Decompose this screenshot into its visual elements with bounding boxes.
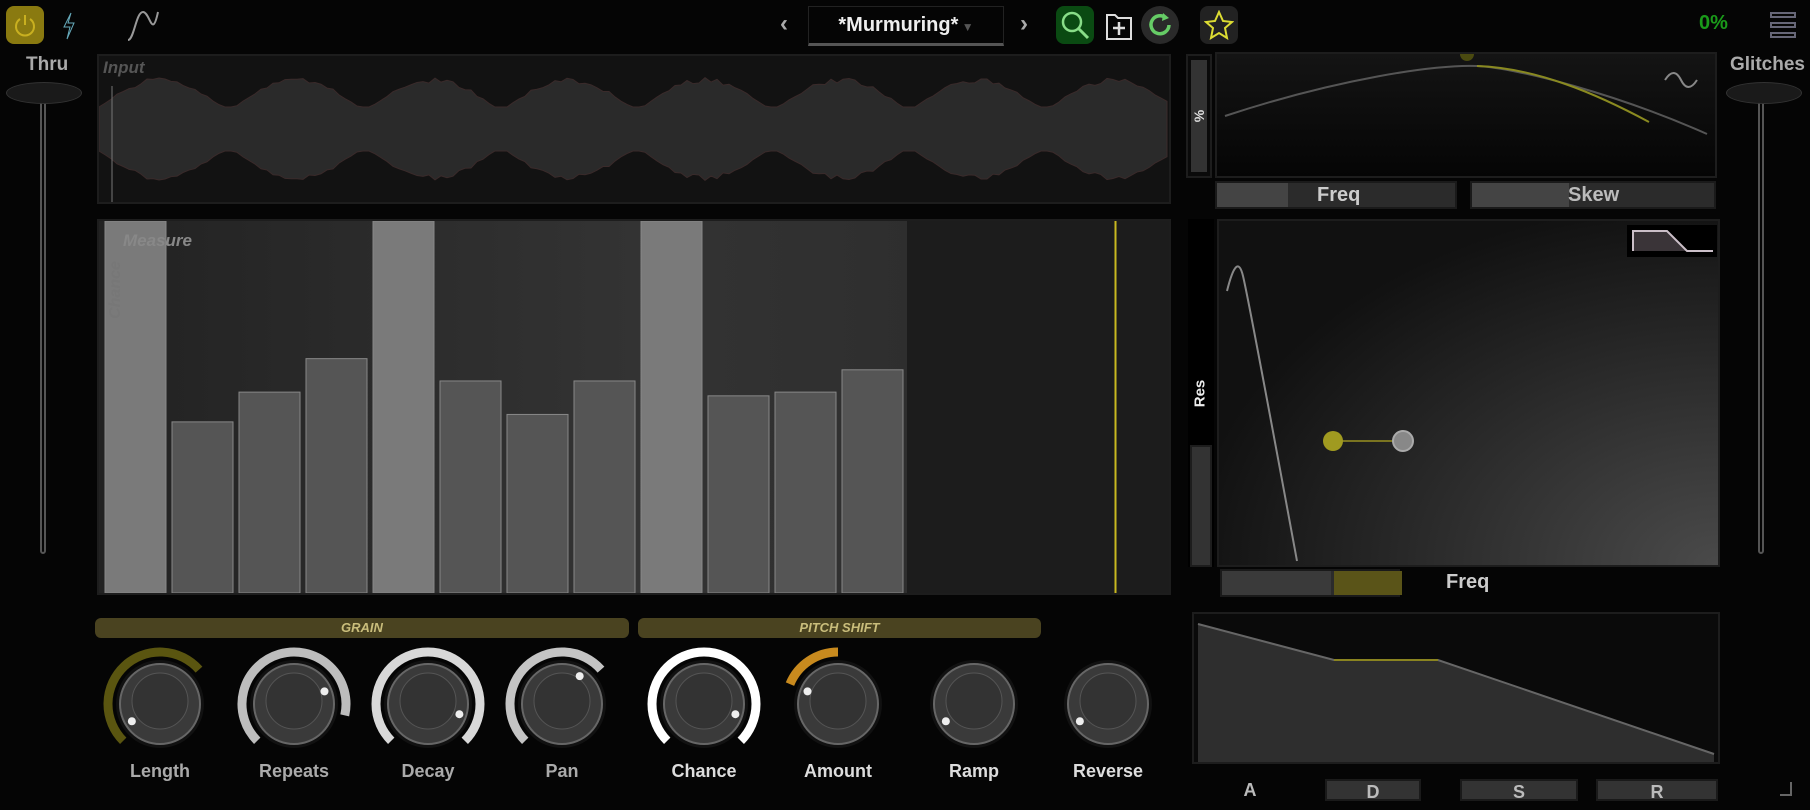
add-preset-icon [1104, 9, 1134, 41]
lfo-skew-slider[interactable]: Skew [1470, 181, 1716, 209]
lfo-depth-slider[interactable]: % [1186, 54, 1212, 178]
grain-section-header: GRAIN [95, 618, 629, 638]
knob-label: Decay [368, 761, 488, 782]
chance-axis-label: Chance [107, 261, 125, 319]
measure-bar[interactable] [641, 221, 702, 593]
knob-label: Repeats [234, 761, 354, 782]
filter-node-res [1393, 431, 1413, 451]
envelope-display[interactable] [1192, 612, 1720, 764]
lfo-display[interactable] [1215, 52, 1717, 178]
filter-display[interactable] [1217, 219, 1720, 567]
measure-bar[interactable] [842, 370, 903, 593]
next-preset-button[interactable]: › [1020, 10, 1028, 38]
measure-bar[interactable] [373, 221, 434, 593]
thru-label: Thru [26, 54, 68, 76]
glitches-slider-handle[interactable] [1726, 82, 1802, 104]
sine-wave-icon[interactable] [1665, 73, 1697, 87]
knob-pan[interactable] [510, 652, 606, 748]
percent-label: % [1191, 110, 1207, 122]
power-icon [12, 12, 38, 38]
knob-label: Amount [778, 761, 898, 782]
refresh-icon [1145, 10, 1175, 40]
sustain-slider[interactable]: S [1460, 779, 1578, 801]
release-slider[interactable]: R [1596, 779, 1718, 801]
favorite-button[interactable] [1200, 6, 1238, 44]
measure-bar[interactable] [172, 422, 233, 593]
measure-bar[interactable] [708, 396, 769, 593]
measure-bar[interactable] [507, 414, 568, 593]
refresh-button[interactable] [1141, 6, 1179, 44]
thru-slider[interactable] [40, 96, 46, 554]
glitches-slider[interactable] [1758, 96, 1764, 554]
measure-label: Measure [123, 231, 192, 251]
knob-amount[interactable] [790, 652, 882, 748]
res-label: Res [1191, 380, 1208, 408]
measure-grid[interactable]: Measure Chance [97, 219, 1171, 595]
knob-label: Length [100, 761, 220, 782]
lfo-skew-label: Skew [1568, 184, 1619, 207]
filter-node-cutoff [1323, 431, 1343, 451]
prev-preset-button[interactable]: ‹ [780, 10, 788, 38]
star-icon [1204, 10, 1234, 40]
lfo-freq-label: Freq [1317, 184, 1360, 207]
resize-handle[interactable] [1780, 782, 1792, 796]
decay-slider[interactable]: D [1325, 779, 1421, 801]
resonance-slider[interactable]: Res [1188, 219, 1214, 567]
preset-selector[interactable]: *Murmuring* ▼ [808, 6, 1004, 46]
add-preset-button[interactable] [1100, 6, 1138, 44]
measure-bar[interactable] [440, 381, 501, 593]
knob-ramp[interactable] [930, 660, 1018, 748]
knob-reverse[interactable] [1064, 660, 1152, 748]
measure-bar[interactable] [239, 392, 300, 593]
lowpass-filter-icon[interactable] [1627, 225, 1717, 257]
cpu-readout: 0% [1699, 12, 1728, 35]
thru-slider-handle[interactable] [6, 82, 82, 104]
input-waveform: Input [97, 54, 1171, 204]
empty-slots[interactable] [907, 221, 1169, 593]
search-button[interactable] [1056, 6, 1094, 44]
search-icon [1060, 10, 1090, 40]
filter-freq-slider[interactable] [1220, 569, 1400, 597]
power-button[interactable] [6, 6, 44, 44]
knob-label: Pan [502, 761, 622, 782]
measure-bar[interactable] [306, 359, 367, 593]
knob-label: Chance [644, 761, 764, 782]
chevron-down-icon: ▼ [958, 20, 973, 34]
knob-repeats[interactable] [242, 652, 346, 748]
sine-wave-icon[interactable] [126, 8, 160, 49]
knob-label: Reverse [1048, 761, 1168, 782]
pitch-shift-section-header: PITCH SHIFT [638, 618, 1041, 638]
knob-label: Ramp [914, 761, 1034, 782]
knob-decay[interactable] [376, 652, 480, 748]
lfo-freq-slider[interactable]: Freq [1215, 181, 1457, 209]
filter-freq-label: Freq [1446, 571, 1489, 594]
knob-chance[interactable] [652, 652, 756, 748]
measure-bar[interactable] [775, 392, 836, 593]
glitches-label: Glitches [1730, 54, 1805, 76]
preset-name: *Murmuring* [838, 14, 958, 36]
attack-slider[interactable]: A [1191, 779, 1309, 801]
menu-icon[interactable] [1770, 12, 1796, 38]
bolt-icon[interactable] [60, 12, 78, 45]
measure-bar[interactable] [574, 381, 635, 593]
knob-length[interactable] [108, 652, 204, 748]
